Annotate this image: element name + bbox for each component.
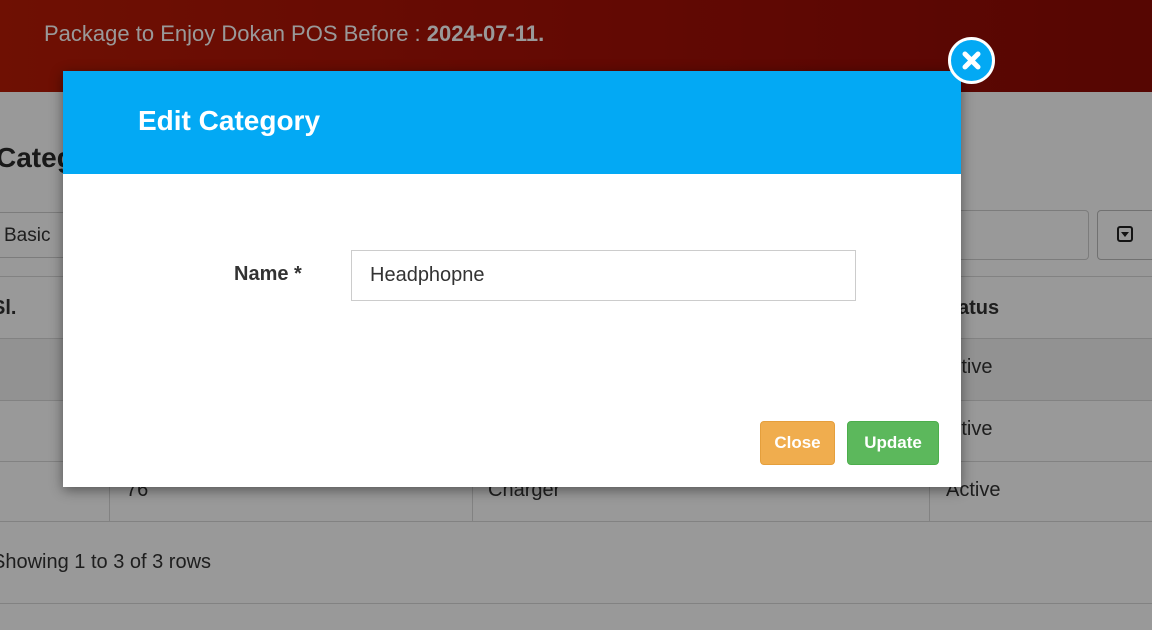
edit-category-modal: Edit Category Name * Close Update	[63, 71, 961, 487]
name-input[interactable]	[351, 250, 856, 301]
page: Package to Enjoy Dokan POS Before : 2024…	[0, 0, 1152, 630]
close-x-icon	[962, 51, 981, 70]
modal-title: Edit Category	[138, 105, 321, 136]
modal-header: Edit Category	[63, 71, 961, 174]
modal-close-button[interactable]	[948, 37, 995, 84]
name-label: Name *	[234, 263, 302, 285]
update-button[interactable]: Update	[847, 421, 939, 465]
close-button[interactable]: Close	[760, 421, 835, 465]
